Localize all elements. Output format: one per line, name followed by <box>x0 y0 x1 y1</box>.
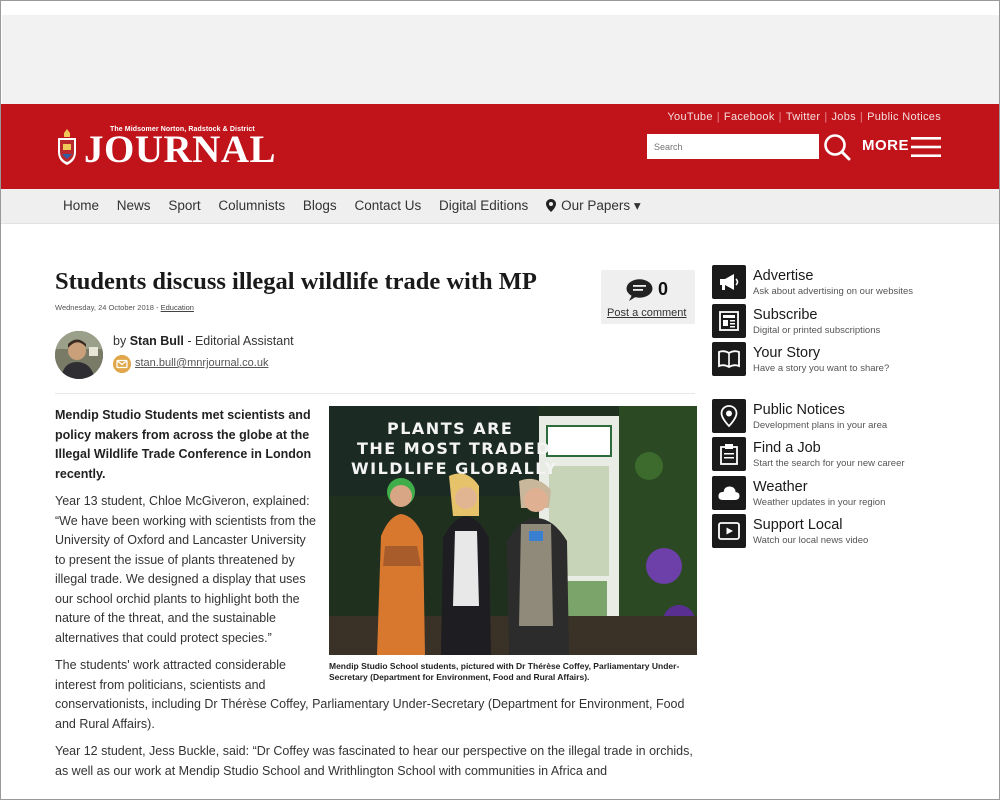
sidebar-item-subscribe[interactable]: Subscribe Digital or printed subscriptio… <box>712 303 952 343</box>
ad-banner <box>2 15 999 104</box>
more-menu-label[interactable]: MORE <box>862 137 909 154</box>
search-input[interactable] <box>647 134 819 159</box>
post-comment-link[interactable]: Post a comment <box>607 307 686 319</box>
hamburger-menu-icon[interactable] <box>911 136 941 158</box>
site-header: The Midsomer Norton, Radstock & District… <box>1 104 999 189</box>
newspaper-icon <box>719 310 739 331</box>
article-category-link[interactable]: Education <box>161 303 194 312</box>
top-link-facebook[interactable]: Facebook <box>724 111 775 123</box>
sidebar-support-local-subtitle: Watch our local news video <box>753 535 869 546</box>
top-link-jobs[interactable]: Jobs <box>831 111 855 123</box>
cloud-icon <box>718 485 740 500</box>
sidebar-item-weather[interactable]: Weather Weather updates in your region <box>712 475 952 515</box>
nav-columnists[interactable]: Columnists <box>218 198 285 213</box>
top-link-youtube[interactable]: YouTube <box>667 111 712 123</box>
article-headline: Students discuss illegal wildlife trade … <box>55 268 537 295</box>
byline-divider <box>55 393 695 394</box>
nav-digital-editions[interactable]: Digital Editions <box>439 198 528 213</box>
location-pin-icon <box>720 404 738 427</box>
sidebar-your-story-title: Your Story <box>753 345 821 361</box>
sidebar-item-advertise[interactable]: Advertise Ask about advertising on our w… <box>712 265 952 304</box>
photo-sign-line1: PLANTS ARE <box>387 419 513 438</box>
nav-home[interactable]: Home <box>63 198 99 213</box>
sidebar-weather-subtitle: Weather updates in your region <box>753 496 886 508</box>
map-pin-icon <box>546 199 557 212</box>
book-icon <box>718 350 740 369</box>
sidebar-find-a-job-title: Find a Job <box>753 440 821 456</box>
sidebar-public-notices-subtitle: Development plans in your area <box>753 419 888 431</box>
sidebar-advertise-title: Advertise <box>753 268 814 284</box>
sidebar-item-find-a-job[interactable]: Find a Job Start the search for your new… <box>712 437 952 476</box>
search-icon[interactable] <box>823 133 851 161</box>
sidebar-public-notices-title: Public Notices <box>753 401 845 418</box>
article-dateline: Wednesday, 24 October 2018 - Education <box>55 303 194 312</box>
sidebar-subscribe-title: Subscribe <box>753 306 818 323</box>
sidebar-subscribe-subtitle: Digital or printed subscriptions <box>753 324 881 336</box>
author-name[interactable]: Stan Bull <box>130 334 184 348</box>
article-paragraph-3: Year 12 student, Jess Buckle, said: “Dr … <box>55 744 693 778</box>
crest-icon <box>58 129 76 165</box>
top-links: YouTube | Facebook | Twitter | Jobs | Public Not… <box>667 111 941 123</box>
top-link-twitter[interactable]: Twitter <box>786 111 821 123</box>
article-body: PLANTS ARE THE MOST TRADED WILDLIFE GLOB… <box>55 406 697 789</box>
sidebar-services: Advertise Ask about advertising on our w… <box>712 265 952 553</box>
sidebar-item-public-notices[interactable]: Public Notices Development plans in your… <box>712 398 952 438</box>
nav-blogs[interactable]: Blogs <box>303 198 337 213</box>
top-link-public-notices[interactable]: Public Notices <box>867 111 941 123</box>
nav-sport[interactable]: Sport <box>168 198 200 213</box>
logo-wordmark: JOURNAL <box>84 128 277 171</box>
photo-sign-line2: THE MOST TRADED <box>357 439 551 458</box>
site-logo[interactable]: The Midsomer Norton, Radstock & District… <box>56 125 276 171</box>
comment-bubble-icon <box>626 279 653 301</box>
sidebar-weather-title: Weather <box>753 478 808 495</box>
megaphone-icon <box>720 274 739 290</box>
author-avatar[interactable] <box>55 331 103 379</box>
byline-prefix: by <box>113 334 130 348</box>
article-figure: PLANTS ARE THE MOST TRADED WILDLIFE GLOB… <box>329 406 697 682</box>
author-email-link[interactable]: stan.bull@mnrjournal.co.uk <box>135 357 268 369</box>
author-role: - Editorial Assistant <box>183 334 294 348</box>
author-byline: by Stan Bull - Editorial Assistant <box>113 334 294 348</box>
sidebar-item-your-story[interactable]: Your Story Have a story you want to shar… <box>712 342 952 381</box>
main-nav: Home News Sport Columnists Blogs Contact… <box>1 189 999 224</box>
article-date: Wednesday, 24 October 2018 - <box>55 303 161 312</box>
clipboard-icon <box>720 444 738 465</box>
nav-contact-us[interactable]: Contact Us <box>354 198 421 213</box>
page-frame: The Midsomer Norton, Radstock & District… <box>0 0 1000 800</box>
comments-widget[interactable]: 0 Post a comment <box>601 270 695 324</box>
sidebar-support-local-title: Support Local <box>753 517 843 533</box>
nav-our-papers-label: Our Papers ▾ <box>561 198 641 213</box>
sidebar-item-support-local[interactable]: Support Local Watch our local news video <box>712 514 952 553</box>
photo-caption: Mendip Studio School students, pictured … <box>329 661 680 682</box>
sidebar-find-a-job-subtitle: Start the search for your new career <box>753 458 905 469</box>
email-icon <box>113 355 131 373</box>
nav-news[interactable]: News <box>117 198 151 213</box>
sidebar-advertise-subtitle: Ask about advertising on our websites <box>753 286 914 297</box>
sidebar-your-story-subtitle: Have a story you want to share? <box>753 363 890 374</box>
comment-count: 0 <box>658 279 669 299</box>
video-icon <box>718 522 740 540</box>
article-photo[interactable]: PLANTS ARE THE MOST TRADED WILDLIFE GLOB… <box>329 406 697 655</box>
nav-our-papers[interactable]: Our Papers ▾ <box>546 198 641 213</box>
